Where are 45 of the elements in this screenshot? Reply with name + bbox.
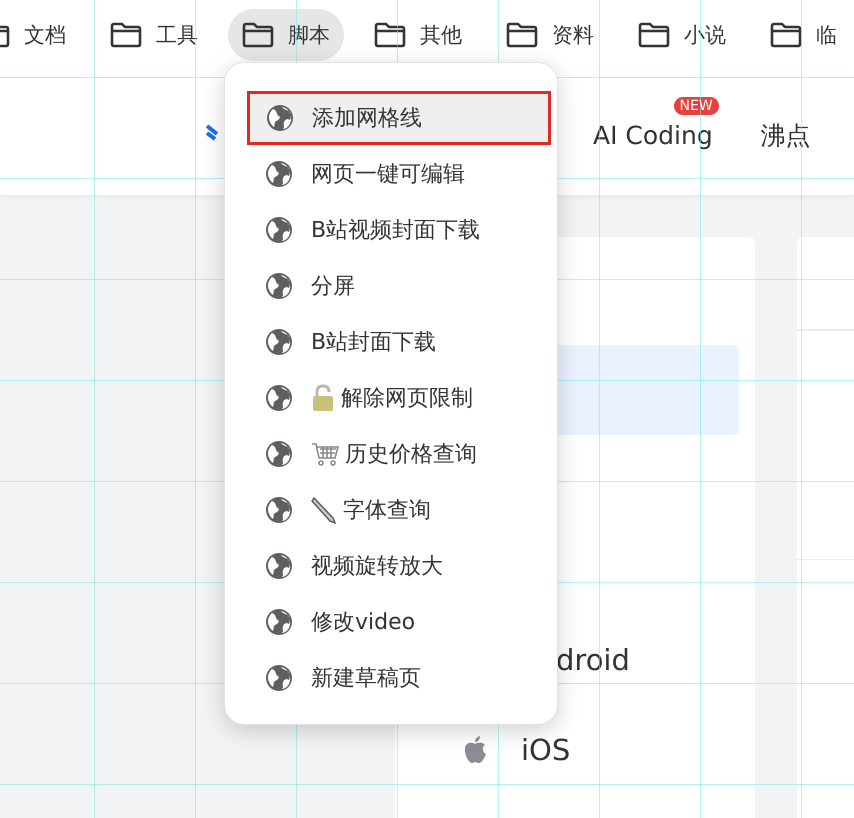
menu-item[interactable]: 添加网格线 (247, 91, 551, 145)
nav-link[interactable]: AI Coding (593, 121, 713, 150)
folder-icon (242, 22, 274, 48)
new-badge: NEW (674, 97, 719, 115)
menu-item[interactable]: 分屏 (247, 259, 551, 313)
globe-icon (265, 160, 293, 188)
menu-item[interactable]: B站封面下载 (247, 315, 551, 369)
globe-icon (265, 216, 293, 244)
menu-item[interactable]: 新建草稿页 (247, 651, 551, 705)
globe-icon (266, 104, 294, 132)
globe-icon (265, 328, 293, 356)
globe-icon (265, 496, 293, 524)
nav-link[interactable]: 沸点 (760, 121, 811, 150)
menu-item[interactable]: 视频旋转放大 (247, 539, 551, 593)
globe-icon (265, 384, 293, 412)
logo-icon (205, 123, 219, 142)
pen-icon (311, 496, 337, 524)
globe-icon (265, 664, 293, 692)
folder-icon (374, 22, 406, 48)
bookmark-folder[interactable]: 小说 (624, 9, 740, 61)
bookmark-folder[interactable]: 资料 (492, 9, 608, 61)
menu-item[interactable]: 网页一键可编辑 (247, 147, 551, 201)
globe-icon (265, 440, 293, 468)
globe-icon (265, 608, 293, 636)
bookmark-folder[interactable]: 工具 (96, 9, 212, 61)
apple-icon (463, 736, 487, 764)
folder-icon (506, 22, 538, 48)
menu-item[interactable]: 解除网页限制 (247, 371, 551, 425)
bookmark-folder[interactable]: 脚本 (228, 9, 344, 61)
padlock-icon (311, 384, 335, 412)
bookmark-folder[interactable]: 其他 (360, 9, 476, 61)
menu-item[interactable]: 修改video (247, 595, 551, 649)
nav-item[interactable]: droid (556, 643, 630, 677)
globe-icon (265, 552, 293, 580)
folder-icon (770, 22, 802, 48)
bookmark-folder[interactable]: 临 (756, 9, 851, 61)
bookmark-folder[interactable]: 文档 (0, 9, 80, 61)
nav-item[interactable]: iOS (521, 733, 570, 767)
folder-icon (638, 22, 670, 48)
menu-item[interactable]: 历史价格查询 (247, 427, 551, 481)
folder-icon (110, 22, 142, 48)
cart-icon (311, 441, 339, 467)
menu-item[interactable]: 字体查询 (247, 483, 551, 537)
menu-item[interactable]: B站视频封面下载 (247, 203, 551, 257)
globe-icon (265, 272, 293, 300)
